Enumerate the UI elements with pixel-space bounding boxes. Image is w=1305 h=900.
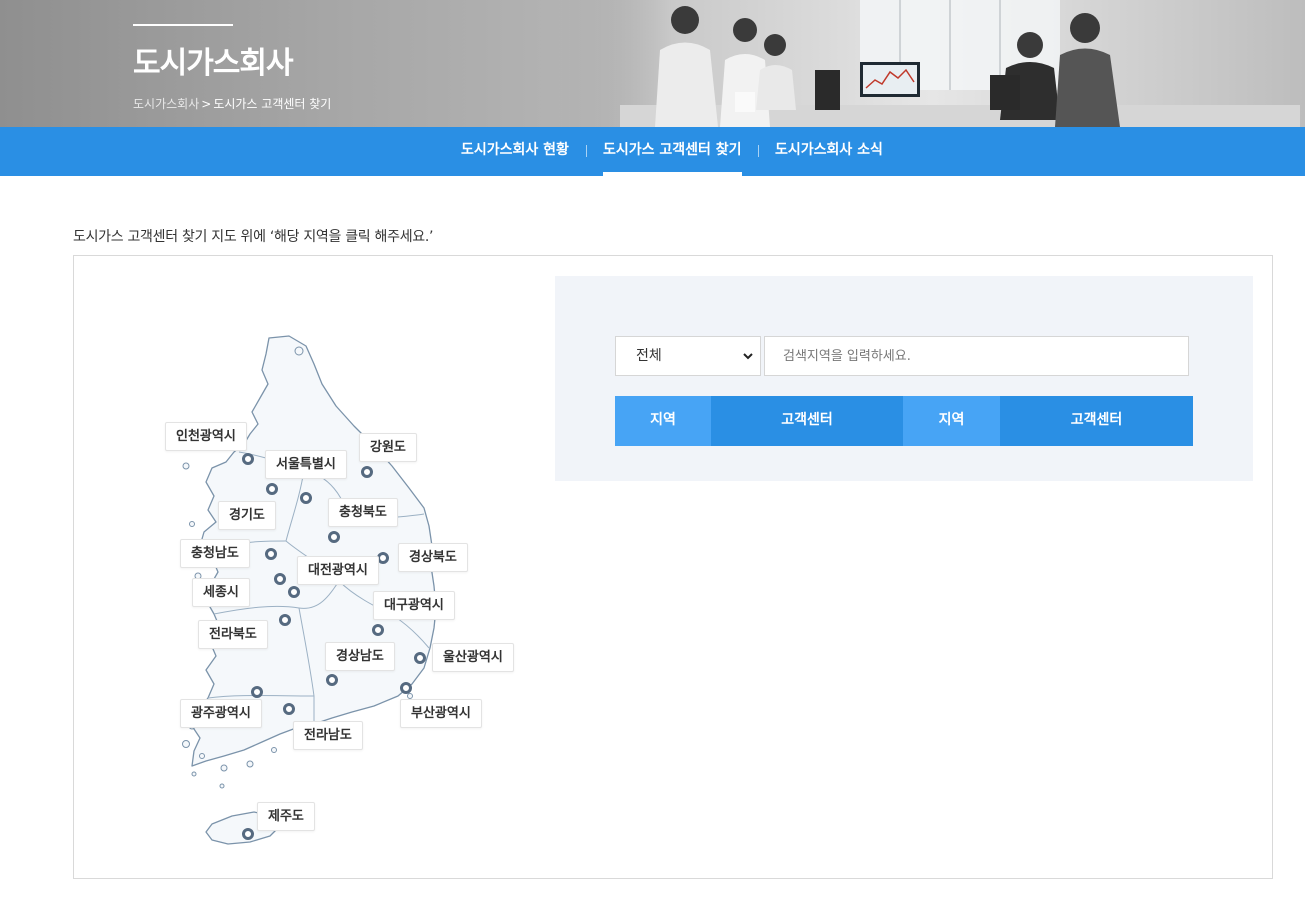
customer-center-panel: 인천광역시 서울특별시 강원도 경기도 충청북도 충청남도 경상북도 대전광역시… [73,255,1273,879]
marker-ulsan[interactable] [414,652,426,664]
office-meeting-photo [560,0,1305,127]
region-label-jeonnam[interactable]: 전라남도 [293,721,363,750]
region-search-input[interactable] [764,336,1189,376]
region-label-daejeon[interactable]: 대전광역시 [297,556,379,585]
sub-navigation: 도시가스회사 현황 도시가스 고객센터 찾기 도시가스회사 소식 [0,127,1305,176]
region-label-chungnam[interactable]: 충청남도 [180,539,250,568]
tab-divider [758,145,759,157]
marker-daegu[interactable] [372,624,384,636]
result-table-header: 지역 고객센터 지역 고객센터 [615,396,1193,446]
region-label-jeonbuk[interactable]: 전라북도 [198,620,268,649]
region-label-ulsan[interactable]: 울산광역시 [432,643,514,672]
search-area: 전체 지역 고객센터 지역 고객센터 [555,276,1253,481]
tab-company-news[interactable]: 도시가스회사 소식 [775,127,883,176]
marker-sejong[interactable] [274,573,286,585]
marker-gyeongnam[interactable] [326,674,338,686]
marker-busan[interactable] [400,682,412,694]
region-select-value: 전체 [636,348,662,364]
tab-find-customer-center[interactable]: 도시가스 고객센터 찾기 [603,127,742,176]
region-label-gyeongnam[interactable]: 경상남도 [325,642,395,671]
region-label-busan[interactable]: 부산광역시 [400,699,482,728]
title-rule [133,24,233,26]
marker-incheon[interactable] [242,453,254,465]
breadcrumb-current: 도시가스 고객센터 찾기 [213,97,332,111]
region-label-incheon[interactable]: 인천광역시 [165,422,247,451]
column-header-region: 지역 [903,396,1000,446]
region-label-daegu[interactable]: 대구광역시 [373,591,455,620]
marker-seoul[interactable] [266,483,278,495]
column-header-customer-center: 고객센터 [1000,396,1193,446]
marker-jeonnam[interactable] [283,703,295,715]
breadcrumb-separator: > [201,97,212,111]
region-label-seoul[interactable]: 서울특별시 [265,450,347,479]
region-label-gyeonggi[interactable]: 경기도 [218,501,276,530]
marker-gangwon[interactable] [361,466,373,478]
chevron-down-icon [743,353,753,360]
region-select[interactable]: 전체 [615,336,761,376]
region-label-sejong[interactable]: 세종시 [192,578,250,607]
breadcrumb-home[interactable]: 도시가스회사 [133,97,199,111]
region-label-chungbuk[interactable]: 충청북도 [328,498,398,527]
marker-jeju[interactable] [242,828,254,840]
marker-daejeon[interactable] [288,586,300,598]
marker-gyeonggi[interactable] [300,492,312,504]
region-label-jeju[interactable]: 제주도 [257,802,315,831]
column-header-customer-center: 고객센터 [711,396,903,446]
region-label-gwangju[interactable]: 광주광역시 [180,699,262,728]
breadcrumb: 도시가스회사 > 도시가스 고객센터 찾기 [133,95,331,112]
column-header-region: 지역 [615,396,711,446]
region-label-gyeongbuk[interactable]: 경상북도 [398,543,468,572]
page-title: 도시가스회사 [133,46,294,81]
tab-company-status[interactable]: 도시가스회사 현황 [461,127,569,176]
marker-jeonbuk[interactable] [279,614,291,626]
marker-chungbuk[interactable] [328,531,340,543]
page-banner: 도시가스회사 도시가스회사 > 도시가스 고객센터 찾기 [0,0,1305,127]
tab-divider [586,145,587,157]
map-instruction: 도시가스 고객센터 찾기 지도 위에 ‘해당 지역을 클릭 해주세요.’ [73,229,434,245]
region-label-gangwon[interactable]: 강원도 [359,433,417,462]
marker-gwangju[interactable] [251,686,263,698]
korea-map: 인천광역시 서울특별시 강원도 경기도 충청북도 충청남도 경상북도 대전광역시… [74,256,534,876]
marker-chungnam[interactable] [265,548,277,560]
